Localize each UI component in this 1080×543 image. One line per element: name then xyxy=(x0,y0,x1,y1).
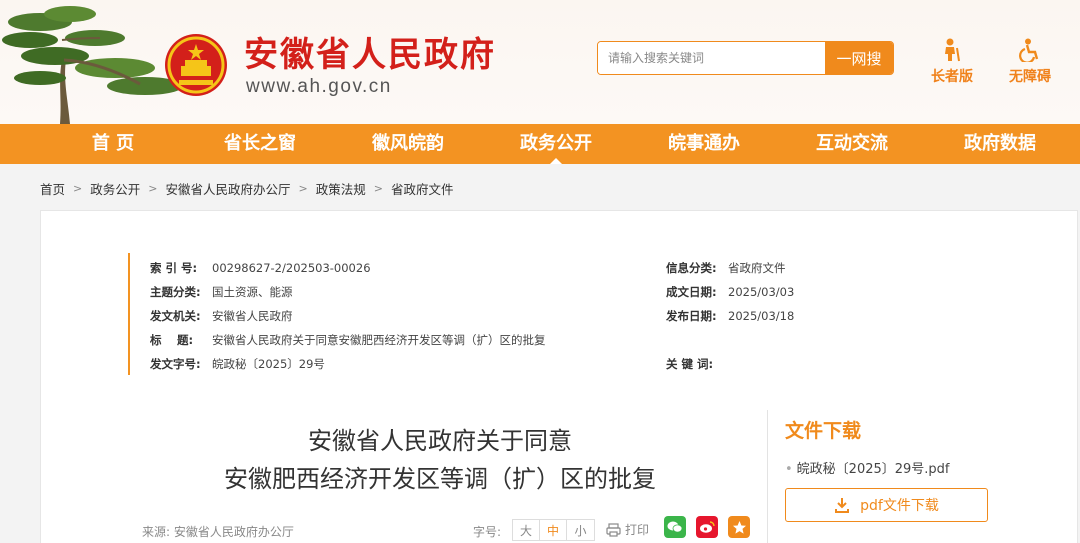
document-title: 安徽省人民政府关于同意 安徽肥西经济开发区等调（扩）区的批复 xyxy=(140,422,740,498)
meta-label: 发文字号: xyxy=(150,357,201,371)
font-size-small[interactable]: 小 xyxy=(567,520,594,540)
meta-published: 发布日期: 2025/03/18 xyxy=(666,308,794,324)
breadcrumb-item[interactable]: 安徽省人民政府办公厅 xyxy=(165,179,290,198)
font-size-medium[interactable]: 中 xyxy=(540,520,567,540)
download-title: 文件下载 xyxy=(785,420,862,442)
meta-label: 信息分类: xyxy=(666,261,717,275)
meta-value: 00298627-2/202503-00026 xyxy=(212,261,371,275)
meta-value: 安徽省人民政府 xyxy=(212,309,293,323)
accessibility-button[interactable]: 无障碍 xyxy=(1000,36,1060,86)
download-file-name: 皖政秘〔2025〕29号.pdf xyxy=(796,462,950,477)
document-source: 来源: 安徽省人民政府办公厅 xyxy=(142,523,294,540)
favorite-icon xyxy=(732,520,746,534)
bullet-icon: • xyxy=(785,462,793,477)
national-emblem-icon xyxy=(165,34,227,96)
download-file-link[interactable]: • 皖政秘〔2025〕29号.pdf xyxy=(785,458,950,477)
nav-item-data[interactable]: 政府数据 xyxy=(964,124,1036,164)
nav-item-governor[interactable]: 省长之窗 xyxy=(224,124,296,164)
meta-label: 成文日期: xyxy=(666,285,717,299)
accessibility-label: 无障碍 xyxy=(1009,69,1051,85)
meta-label: 主题分类: xyxy=(150,285,201,299)
search-input[interactable] xyxy=(598,42,826,74)
chevron-right-icon: > xyxy=(73,182,83,195)
document-meta: 索 引 号: 00298627-2/202503-00026 信息分类: 省政府文件… xyxy=(128,253,948,375)
font-size-label: 字号: xyxy=(473,525,502,539)
nav-item-culture[interactable]: 徽风皖韵 xyxy=(372,124,444,164)
search-button[interactable]: 一网搜 xyxy=(825,42,893,74)
source-value: 安徽省人民政府办公厅 xyxy=(173,525,294,539)
share-wechat-button[interactable] xyxy=(664,516,686,538)
search-box: 一网搜 xyxy=(597,41,894,75)
weibo-icon xyxy=(700,521,715,533)
meta-index-no: 索 引 号: 00298627-2/202503-00026 xyxy=(150,260,371,276)
meta-value: 2025/03/03 xyxy=(728,285,795,299)
breadcrumb-item[interactable]: 政务公开 xyxy=(90,179,140,198)
nav-item-interaction[interactable]: 互动交流 xyxy=(816,124,888,164)
nav-item-home[interactable]: 首 页 xyxy=(92,124,134,164)
print-label: 打印 xyxy=(625,523,650,537)
elder-mode-button[interactable]: 长者版 xyxy=(922,36,982,86)
meta-topic: 主题分类: 国土资源、能源 xyxy=(150,284,293,300)
nav-item-services[interactable]: 皖事通办 xyxy=(668,124,740,164)
meta-value: 皖政秘〔2025〕29号 xyxy=(212,357,325,371)
meta-title: 标 题: 安徽省人民政府关于同意安徽肥西经济开发区等调（扩）区的批复 xyxy=(150,332,546,348)
breadcrumb-item[interactable]: 首页 xyxy=(40,179,65,198)
meta-label: 标 题: xyxy=(150,333,194,347)
favorite-button[interactable] xyxy=(728,516,750,538)
meta-value: 安徽省人民政府关于同意安徽肥西经济开发区等调（扩）区的批复 xyxy=(212,333,546,347)
meta-created: 成文日期: 2025/03/03 xyxy=(666,284,794,300)
elder-mode-label: 长者版 xyxy=(931,69,973,85)
elder-icon xyxy=(945,38,960,62)
breadcrumb: 首页 > 政务公开 > 安徽省人民政府办公厅 > 政策法规 > 省政府文件 xyxy=(40,179,453,198)
wechat-icon xyxy=(667,521,683,533)
document-title-line: 安徽省人民政府关于同意 xyxy=(308,427,572,455)
printer-icon xyxy=(606,522,621,537)
document-title-line: 安徽肥西经济开发区等调（扩）区的批复 xyxy=(224,465,656,493)
font-size-large[interactable]: 大 xyxy=(513,520,540,540)
meta-value: 国土资源、能源 xyxy=(212,285,293,299)
breadcrumb-item[interactable]: 政策法规 xyxy=(316,179,366,198)
meta-keywords: 关 键 词: xyxy=(666,356,728,372)
meta-label: 索 引 号: xyxy=(150,261,198,275)
main-nav: 首 页 省长之窗 徽风皖韵 政务公开 皖事通办 互动交流 政府数据 xyxy=(0,124,1080,164)
chevron-right-icon: > xyxy=(148,182,158,195)
meta-value: 2025/03/18 xyxy=(728,309,795,323)
pdf-download-label: pdf文件下载 xyxy=(860,498,939,514)
meta-issuer: 发文机关: 安徽省人民政府 xyxy=(150,308,293,324)
meta-category: 信息分类: 省政府文件 xyxy=(666,260,786,276)
meta-label: 发文机关: xyxy=(150,309,201,323)
share-weibo-button[interactable] xyxy=(696,516,718,538)
nav-item-gov-affairs[interactable]: 政务公开 xyxy=(520,124,592,164)
chevron-right-icon: > xyxy=(298,182,308,195)
site-url: www.ah.gov.cn xyxy=(246,76,392,97)
pdf-download-button[interactable]: pdf文件下载 xyxy=(785,488,988,522)
source-label: 来源: xyxy=(142,525,171,539)
meta-doc-no: 发文字号: 皖政秘〔2025〕29号 xyxy=(150,356,325,372)
font-size-switcher: 大 中 小 xyxy=(512,519,595,541)
accessibility-icon xyxy=(1019,38,1039,62)
divider xyxy=(767,410,768,543)
meta-label: 关 键 词: xyxy=(666,357,714,371)
meta-value: 省政府文件 xyxy=(728,261,786,275)
print-button[interactable]: 打印 xyxy=(606,521,649,538)
site-title[interactable]: 安徽省人民政府 xyxy=(244,34,496,76)
breadcrumb-item[interactable]: 省政府文件 xyxy=(391,179,454,198)
site-header: 安徽省人民政府 www.ah.gov.cn 一网搜 长者版 无障碍 xyxy=(0,0,1080,124)
download-icon xyxy=(835,498,850,513)
meta-label: 发布日期: xyxy=(666,309,717,323)
chevron-right-icon: > xyxy=(373,182,383,195)
